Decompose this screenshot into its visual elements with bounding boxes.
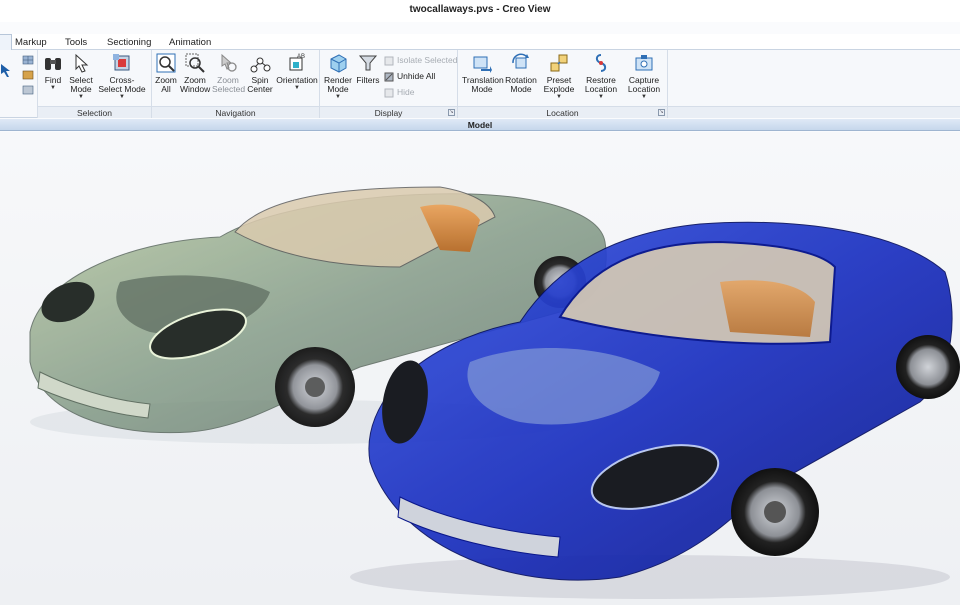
cursor-icon bbox=[75, 53, 89, 73]
chevron-down-icon: ▼ bbox=[335, 94, 341, 100]
isolate-selected-button[interactable]: Isolate Selected bbox=[384, 53, 457, 67]
zoom-window-label: Zoom Window bbox=[180, 75, 211, 94]
chevron-down-icon: ▼ bbox=[294, 85, 300, 91]
tab-animation[interactable]: Animation bbox=[162, 34, 218, 50]
select-mode-label: Select Mode bbox=[69, 75, 93, 94]
chevron-down-icon: ▼ bbox=[50, 85, 56, 91]
orientation-button[interactable]: AB Orientation ▼ bbox=[276, 52, 318, 92]
restore-location-label: Restore Location bbox=[584, 75, 618, 94]
binoculars-icon bbox=[45, 58, 61, 70]
model-viewport[interactable] bbox=[0, 132, 960, 605]
ribbon-group-navigation: Zoom All Zoom Window Zoom Selected Spin … bbox=[152, 50, 320, 118]
isolate-selected-label: Isolate Selected bbox=[397, 55, 458, 65]
capture-location-label: Capture Location bbox=[627, 75, 661, 94]
orientation-label: Orientation bbox=[276, 75, 318, 85]
isolate-icon bbox=[384, 56, 394, 66]
ribbon: Find ▼ Select Mode ▼ Cross-Select Mode ▼… bbox=[0, 50, 960, 118]
capture-icon bbox=[635, 55, 653, 71]
hide-label: Hide bbox=[397, 87, 415, 97]
unhide-all-label: Unhide All bbox=[397, 71, 436, 81]
restore-location-button[interactable]: Restore Location ▼ bbox=[582, 52, 620, 101]
rotation-mode-label: Rotation Mode bbox=[505, 75, 537, 94]
preset-explode-button[interactable]: Preset Explode ▼ bbox=[540, 52, 578, 101]
cross-select-mode-button[interactable]: Cross-Select Mode ▼ bbox=[98, 52, 146, 101]
ribbon-footer-empty bbox=[668, 106, 960, 118]
funnel-icon bbox=[358, 55, 378, 71]
chevron-down-icon: ▼ bbox=[598, 94, 604, 100]
chevron-down-icon: ▼ bbox=[556, 94, 562, 100]
translation-mode-label: Translation Mode bbox=[462, 75, 504, 94]
navigation-group-label: Navigation bbox=[152, 106, 319, 118]
orientation-icon: AB bbox=[289, 54, 305, 71]
ribbon-group-location: Translation Mode Rotation Mode Preset Ex… bbox=[458, 50, 668, 118]
translate-icon bbox=[473, 56, 492, 73]
cube-icon bbox=[330, 54, 347, 73]
display-group-label: Display bbox=[320, 106, 457, 118]
ribbon-group-display: Render Mode ▼ Filters Isolate Selected U… bbox=[320, 50, 458, 118]
zoom-all-label: Zoom All bbox=[155, 75, 177, 94]
zoom-selected-label: Zoom Selected bbox=[212, 75, 246, 94]
zoom-selected-icon bbox=[221, 53, 237, 72]
explode-icon bbox=[550, 54, 568, 72]
zoom-all-button[interactable]: Zoom All bbox=[154, 52, 178, 94]
unhide-icon bbox=[384, 72, 394, 82]
filters-label: Filters bbox=[356, 75, 380, 85]
table-icon[interactable] bbox=[22, 85, 34, 95]
tab-tools[interactable]: Tools bbox=[58, 34, 94, 50]
list-icon[interactable] bbox=[22, 70, 34, 80]
selection-group-label: Selection bbox=[38, 106, 151, 118]
rotation-mode-button[interactable]: Rotation Mode bbox=[504, 52, 538, 94]
pointer-icon[interactable] bbox=[0, 62, 12, 78]
spin-center-button[interactable]: Spin Center bbox=[246, 52, 274, 94]
zoom-selected-button[interactable]: Zoom Selected bbox=[212, 52, 246, 94]
zoom-window-button[interactable]: Zoom Window bbox=[180, 52, 210, 94]
display-small-buttons: Isolate Selected Unhide All Hide bbox=[384, 53, 458, 99]
chevron-down-icon: ▼ bbox=[641, 94, 647, 100]
find-button[interactable]: Find ▼ bbox=[40, 52, 66, 92]
rotate-icon bbox=[512, 53, 529, 69]
ribbon-tabs: Markup Tools Sectioning Animation bbox=[0, 34, 960, 50]
dialog-launcher-icon[interactable]: ↘ bbox=[448, 109, 455, 116]
grid-icon[interactable] bbox=[22, 55, 34, 65]
window-title: twocallaways.pvs - Creo View bbox=[0, 0, 960, 22]
spin-center-label: Spin Center bbox=[247, 75, 273, 94]
hide-button[interactable]: Hide bbox=[384, 85, 414, 99]
render-mode-button[interactable]: Render Mode ▼ bbox=[322, 52, 354, 101]
hide-icon bbox=[384, 88, 394, 98]
model-panel-header: Model bbox=[0, 119, 960, 131]
ribbon-group-selection: Find ▼ Select Mode ▼ Cross-Select Mode ▼… bbox=[38, 50, 152, 118]
filters-button[interactable]: Filters bbox=[354, 52, 382, 85]
unhide-all-button[interactable]: Unhide All bbox=[384, 69, 435, 83]
translation-mode-button[interactable]: Translation Mode bbox=[462, 52, 504, 94]
tab-sectioning[interactable]: Sectioning bbox=[100, 34, 158, 50]
spin-center-icon bbox=[250, 57, 271, 73]
preset-explode-label: Preset Explode bbox=[543, 75, 575, 94]
tab-markup[interactable]: Markup bbox=[8, 34, 54, 50]
cross-select-icon bbox=[113, 54, 130, 71]
cross-select-mode-label: Cross-Select Mode bbox=[98, 75, 146, 94]
select-mode-button[interactable]: Select Mode ▼ bbox=[66, 52, 96, 101]
dialog-launcher-icon[interactable]: ↘ bbox=[658, 109, 665, 116]
zoom-window-icon bbox=[185, 53, 205, 73]
car-models-render bbox=[29, 186, 960, 599]
restore-icon bbox=[595, 54, 607, 72]
chevron-down-icon: ▼ bbox=[78, 94, 84, 100]
zoom-all-icon bbox=[156, 53, 176, 73]
capture-location-button[interactable]: Capture Location ▼ bbox=[624, 52, 664, 101]
svg-text:AB: AB bbox=[297, 54, 305, 60]
chevron-down-icon: ▼ bbox=[119, 94, 125, 100]
ribbon-group-clipboard bbox=[0, 50, 38, 118]
find-label: Find bbox=[44, 75, 62, 85]
location-group-label: Location bbox=[458, 106, 667, 118]
render-mode-label: Render Mode bbox=[324, 75, 352, 94]
